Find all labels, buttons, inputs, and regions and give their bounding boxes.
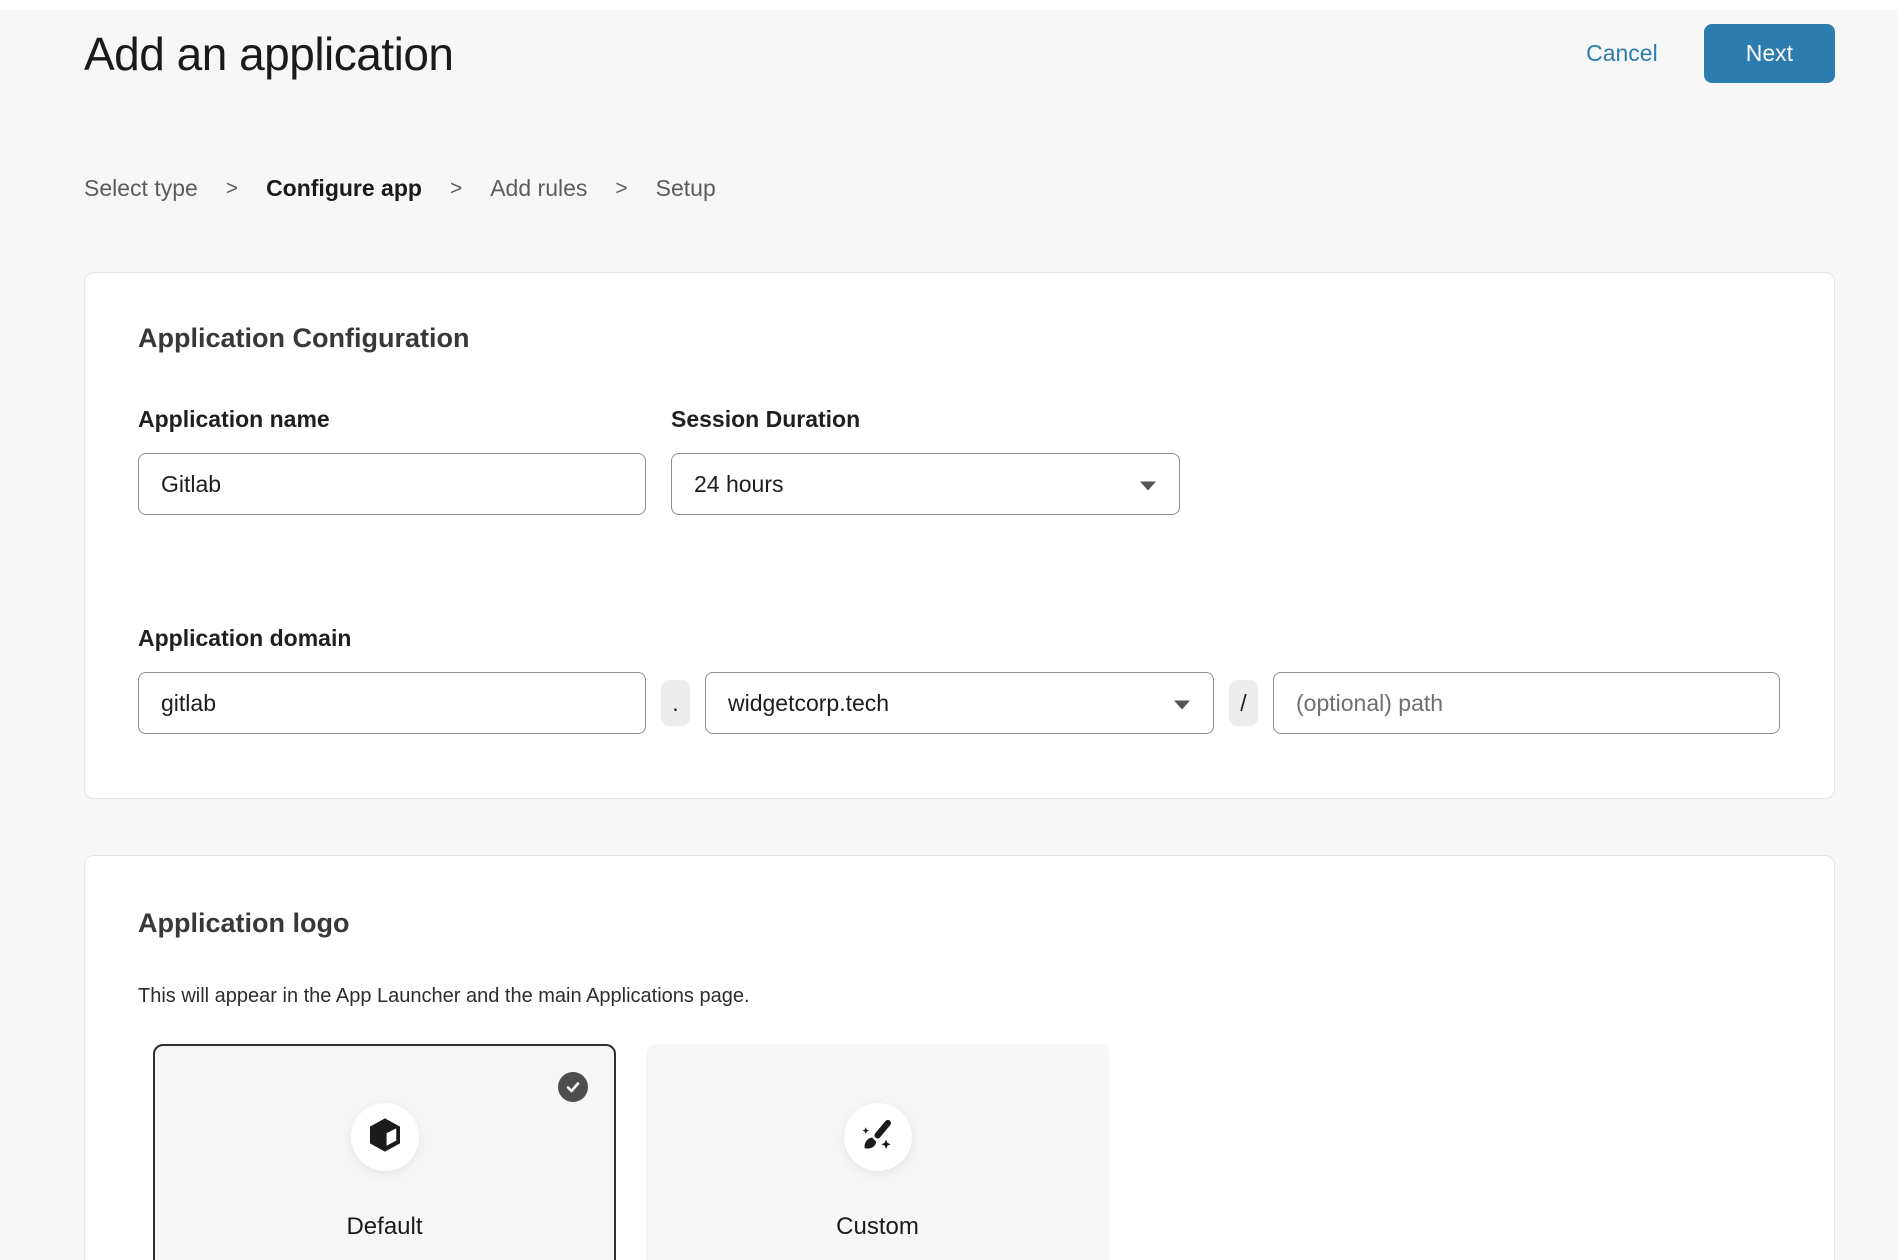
domain-select-value: widgetcorp.tech <box>728 690 889 717</box>
application-name-label: Application name <box>138 406 646 433</box>
breadcrumb-step-select-type[interactable]: Select type <box>84 175 198 202</box>
custom-logo-circle <box>844 1103 912 1171</box>
caret-down-icon <box>1139 471 1157 498</box>
breadcrumb-step-setup[interactable]: Setup <box>656 175 716 202</box>
application-domain-row: . widgetcorp.tech / <box>138 672 1781 734</box>
default-logo-circle <box>351 1103 419 1171</box>
logo-option-label: Default <box>346 1213 422 1241</box>
page-title: Add an application <box>84 27 454 81</box>
add-application-page: Add an application Cancel Next Select ty… <box>0 24 1898 1260</box>
breadcrumb: Select type > Configure app > Add rules … <box>84 175 1835 202</box>
logo-card-description: This will appear in the App Launcher and… <box>138 985 1781 1008</box>
subdomain-input[interactable] <box>138 672 646 734</box>
breadcrumb-step-add-rules[interactable]: Add rules <box>490 175 587 202</box>
application-domain-label: Application domain <box>138 625 1781 652</box>
breadcrumb-separator: > <box>450 177 462 201</box>
caret-down-icon <box>1173 690 1191 717</box>
application-configuration-card: Application Configuration Application na… <box>84 272 1835 799</box>
breadcrumb-separator: > <box>615 177 627 201</box>
logo-option-tiles: Default Custom <box>153 1044 1781 1260</box>
name-session-row: Application name Session Duration 24 hou… <box>138 406 1781 515</box>
slash-separator: / <box>1229 680 1258 726</box>
check-icon <box>558 1072 588 1102</box>
header-actions: Cancel Next <box>1586 24 1835 83</box>
breadcrumb-step-configure-app[interactable]: Configure app <box>266 175 422 202</box>
configuration-card-title: Application Configuration <box>138 323 1781 354</box>
logo-option-custom[interactable]: Custom <box>646 1044 1109 1260</box>
cancel-button[interactable]: Cancel <box>1586 40 1658 67</box>
page-header: Add an application Cancel Next <box>84 24 1835 83</box>
dot-separator: . <box>661 680 690 726</box>
logo-option-label: Custom <box>836 1213 919 1241</box>
domain-select[interactable]: widgetcorp.tech <box>705 672 1214 734</box>
path-input[interactable] <box>1273 672 1780 734</box>
breadcrumb-separator: > <box>226 177 238 201</box>
paintbrush-icon <box>857 1114 899 1161</box>
logo-card-title: Application logo <box>138 908 1781 939</box>
next-button[interactable]: Next <box>1704 24 1835 83</box>
cube-icon <box>365 1115 405 1160</box>
application-name-field-group: Application name <box>138 406 646 515</box>
application-logo-card: Application logo This will appear in the… <box>84 855 1835 1260</box>
top-white-strip <box>0 0 1898 10</box>
session-duration-field-group: Session Duration 24 hours <box>671 406 1180 515</box>
application-name-input[interactable] <box>138 453 646 515</box>
session-duration-value: 24 hours <box>694 471 784 498</box>
logo-option-default[interactable]: Default <box>153 1044 616 1260</box>
session-duration-label: Session Duration <box>671 406 1180 433</box>
session-duration-select[interactable]: 24 hours <box>671 453 1180 515</box>
